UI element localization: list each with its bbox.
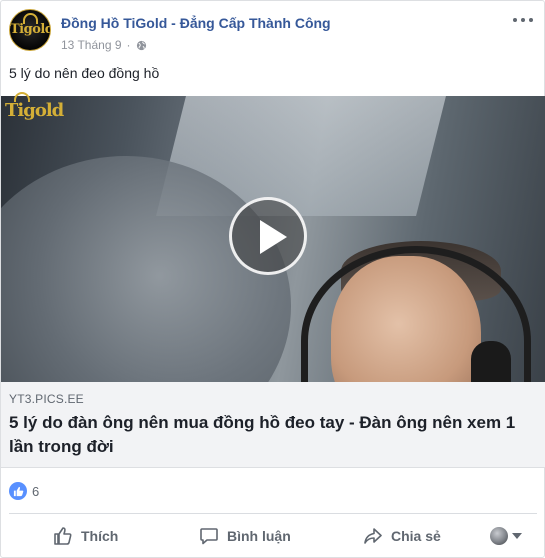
reactions-summary[interactable]: 6 bbox=[9, 481, 39, 501]
audience-selector[interactable] bbox=[490, 527, 522, 545]
post-text: 5 lý do nên đeo đồng hồ bbox=[9, 65, 160, 81]
actions-divider bbox=[9, 513, 537, 514]
play-icon bbox=[260, 220, 287, 254]
video-headset-earcup bbox=[471, 341, 511, 382]
more-options-icon[interactable] bbox=[513, 13, 533, 27]
share-button[interactable]: Chia sẻ bbox=[363, 519, 441, 553]
link-domain: YT3.PICS.EE bbox=[9, 392, 84, 406]
post-header: Tigold Đồng Hồ TiGold - Đẳng Cấp Thành C… bbox=[9, 9, 537, 59]
post-card: Tigold Đồng Hồ TiGold - Đẳng Cấp Thành C… bbox=[0, 0, 545, 558]
video-logo: Tigold bbox=[5, 92, 64, 121]
share-icon bbox=[364, 528, 382, 544]
link-title[interactable]: 5 lý do đàn ông nên mua đồng hồ đeo tay … bbox=[9, 411, 539, 459]
video-logo-ring bbox=[14, 92, 30, 102]
like-button[interactable]: Thích bbox=[53, 519, 118, 553]
video-logo-text: Tigold bbox=[5, 100, 64, 121]
post-date[interactable]: 13 Tháng 9 bbox=[61, 38, 122, 52]
avatar-logo-text: Tigold bbox=[10, 22, 51, 37]
play-button[interactable] bbox=[229, 197, 307, 275]
like-icon bbox=[9, 482, 27, 500]
page-avatar[interactable]: Tigold bbox=[9, 9, 51, 51]
thumbs-up-icon bbox=[54, 527, 72, 545]
comment-icon bbox=[200, 528, 218, 545]
action-bar: Thích Bình luận Chia sẻ bbox=[1, 519, 545, 553]
share-button-label: Chia sẻ bbox=[391, 528, 441, 544]
like-button-label: Thích bbox=[81, 528, 119, 544]
user-avatar bbox=[490, 527, 508, 545]
page-name-link[interactable]: Đồng Hồ TiGold - Đẳng Cấp Thành Công bbox=[61, 15, 331, 31]
post-meta: 13 Tháng 9 · bbox=[61, 38, 147, 52]
link-preview[interactable]: YT3.PICS.EE 5 lý do đàn ông nên mua đồng… bbox=[1, 382, 545, 468]
chevron-down-icon bbox=[512, 533, 522, 539]
meta-separator: · bbox=[126, 38, 131, 52]
comment-button-label: Bình luận bbox=[227, 528, 291, 544]
reaction-count: 6 bbox=[32, 483, 40, 499]
globe-icon[interactable] bbox=[136, 40, 147, 51]
comment-button[interactable]: Bình luận bbox=[199, 519, 291, 553]
